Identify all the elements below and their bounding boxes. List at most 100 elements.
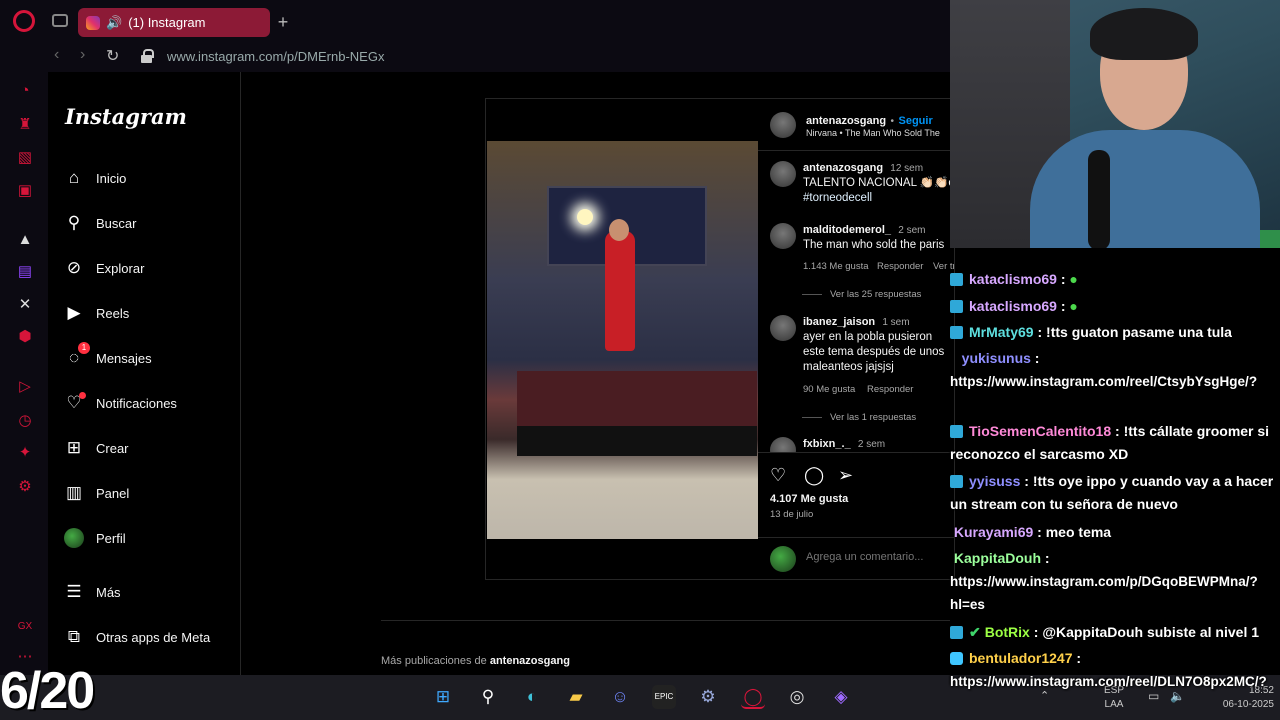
vpn-icon[interactable]: ⬢ xyxy=(16,328,34,346)
url-field[interactable]: www.instagram.com/p/DMErnb-NEGx xyxy=(167,49,384,64)
menu-icon: ☰ xyxy=(66,582,82,601)
instagram-sidebar: Instagram ⌂ Inicio ⚲ Buscar ⊘ Explorar ▶… xyxy=(48,72,241,675)
reels-icon: ▶ xyxy=(67,303,81,322)
comment-user[interactable]: ibanez_jaison xyxy=(803,316,875,328)
windows-start-icon[interactable]: ⊞ xyxy=(431,685,455,709)
nav-label: Panel xyxy=(96,485,130,501)
stream-chat: kataclismo69 : ● kataclismo69 : ● MrMaty… xyxy=(950,248,1280,675)
tab-instagram[interactable]: 🔊 (1) Instagram xyxy=(78,8,270,37)
lock-icon[interactable] xyxy=(141,49,154,63)
player-icon[interactable]: ▷ xyxy=(16,378,34,396)
nav-item-mas[interactable]: ☰ Más xyxy=(64,578,234,606)
obs-icon[interactable]: ◎ xyxy=(785,685,809,709)
x-twitter-icon[interactable]: ✕ xyxy=(16,296,34,314)
sub-badge-icon xyxy=(950,326,963,339)
list-item: fxbixn_._ 2 sem xyxy=(803,437,954,452)
author-name[interactable]: antenazosgang xyxy=(806,115,886,127)
aria-ai-icon[interactable]: ▲ xyxy=(16,231,34,249)
search-icon[interactable]: ⚲ xyxy=(476,685,500,709)
chat-text: @KappitaDouh subiste al nivel 1 xyxy=(1042,624,1260,640)
song-info[interactable]: Nirvana • The Man Who Sold The xyxy=(806,128,940,138)
chat-message: yyisuss : !tts oye ippo y cuando vay a a… xyxy=(950,473,1274,512)
chat-user: BotRix xyxy=(984,624,1030,640)
chat-message: yukisunus : https://www.instagram.com/ree… xyxy=(950,350,1258,389)
view-replies-button[interactable]: Ver las 1 respuestas xyxy=(802,412,916,423)
epic-games-icon[interactable]: EPIC xyxy=(652,685,676,709)
comment-icon[interactable]: ◯ xyxy=(804,465,824,485)
history-icon[interactable]: ◷ xyxy=(16,412,34,430)
comment-avatar[interactable] xyxy=(770,315,796,341)
instagram-logo[interactable]: Instagram xyxy=(65,104,187,129)
compass-icon: ⊘ xyxy=(66,258,82,277)
comment-avatar[interactable] xyxy=(770,223,796,249)
nav-item-perfil[interactable]: Perfil xyxy=(64,524,234,552)
nav-item-panel[interactable]: ▥ Panel xyxy=(64,479,234,507)
nav-item-explorar[interactable]: ⊘ Explorar xyxy=(64,254,234,282)
like-count[interactable]: 4.107 Me gusta xyxy=(770,493,848,505)
heart-icon: ♡ xyxy=(64,392,86,413)
chat-message: kataclismo69 : ● xyxy=(950,294,1280,318)
caption-user[interactable]: antenazosgang xyxy=(803,162,883,174)
reload-icon[interactable]: ↻ xyxy=(106,46,119,66)
reply-button[interactable]: Responder xyxy=(877,261,923,272)
share-icon[interactable]: ➢ xyxy=(838,465,858,485)
discord-icon[interactable]: ☺ xyxy=(608,685,632,709)
back-icon[interactable]: ‹ xyxy=(54,46,59,64)
plus-square-icon: ⊞ xyxy=(66,438,82,457)
author-avatar[interactable] xyxy=(770,112,796,138)
comment-avatar[interactable] xyxy=(770,437,796,452)
avatar-wrap xyxy=(64,528,84,548)
more-posts-heading: Más publicaciones de antenazosgang xyxy=(381,655,570,667)
nav-item-notificaciones[interactable]: ♡ Notificaciones xyxy=(64,389,234,417)
nav-item-mensajes[interactable]: ◌ 1 Mensajes xyxy=(64,342,234,372)
like-heart-icon[interactable]: ♡ xyxy=(770,465,790,485)
nav-item-buscar[interactable]: ⚲ Buscar xyxy=(64,209,234,237)
edge-icon[interactable]: ◐ xyxy=(520,685,544,709)
stage-floor xyxy=(517,371,757,431)
opera-gx-icon[interactable]: ◯ xyxy=(741,685,765,709)
view-replies-button[interactable]: Ver las 25 respuestas xyxy=(802,289,921,300)
nav-item-otras-apps[interactable]: ⧉ Otras apps de Meta xyxy=(64,623,234,651)
emote-icon: ● xyxy=(1069,271,1078,287)
post-sidebar: antenazosgang • Seguir Nirvana • The Man… xyxy=(758,99,954,579)
extensions-icon[interactable]: ✦ xyxy=(16,444,34,462)
steam-icon[interactable]: ⚙ xyxy=(696,685,720,709)
chat-message: KappitaDouh : https://www.instagram.com/p… xyxy=(950,550,1258,612)
app-icon[interactable]: ◈ xyxy=(829,685,853,709)
nav-label: Buscar xyxy=(96,215,137,231)
speaker-icon[interactable]: 🔊 xyxy=(106,15,122,31)
caption-avatar[interactable] xyxy=(770,161,796,187)
comment-user[interactable]: fxbixn_._ xyxy=(803,438,851,450)
forward-icon[interactable]: › xyxy=(80,46,85,64)
chat-message: TioSemenCalentito18 : !tts cállate groom… xyxy=(950,423,1270,462)
twitch-icon[interactable]: ▤ xyxy=(16,263,34,281)
gx-control-icon[interactable]: ▣ xyxy=(16,182,34,200)
nav-label: Explorar xyxy=(96,260,145,276)
comment-user[interactable]: malditodemerol_ xyxy=(803,224,891,236)
comment-input[interactable] xyxy=(806,551,946,563)
reply-button[interactable]: Responder xyxy=(867,384,913,395)
chat-message: ✔ BotRix : @KappitaDouh subiste al nivel … xyxy=(950,620,1280,644)
aria-icon[interactable]: ♜ xyxy=(16,116,34,134)
post-video[interactable]: 🔊 xyxy=(487,141,758,539)
new-tab-button[interactable]: + xyxy=(274,12,292,33)
file-explorer-icon[interactable]: ▰ xyxy=(564,685,588,709)
comment-time: 1 sem xyxy=(882,317,910,328)
nav-item-reels[interactable]: ▶ Reels xyxy=(64,299,234,327)
chat-text: https://www.instagram.com/reel/CtsybYsgH… xyxy=(950,374,1258,389)
nav-label: Inicio xyxy=(96,170,127,186)
settings-gear-icon[interactable]: ⚙ xyxy=(16,478,34,496)
speed-dial-icon[interactable]: ◔ xyxy=(16,82,34,100)
more-posts-prefix: Más publicaciones de xyxy=(381,655,490,667)
gx-corner-icon[interactable]: ▧ xyxy=(16,149,34,167)
tab-islands-icon[interactable] xyxy=(52,14,68,27)
author-line: antenazosgang • Seguir xyxy=(806,111,933,129)
nav-label: Notificaciones xyxy=(96,395,177,411)
nav-item-crear[interactable]: ⊞ Crear xyxy=(64,434,234,462)
caption-hashtag[interactable]: #torneodecell xyxy=(803,192,872,204)
opera-logo-icon[interactable] xyxy=(13,10,35,32)
nav-item-inicio[interactable]: ⌂ Inicio xyxy=(64,164,234,192)
follow-button[interactable]: Seguir xyxy=(899,115,933,127)
nav-label: Más xyxy=(96,584,121,600)
more-posts-user[interactable]: antenazosgang xyxy=(490,655,570,667)
